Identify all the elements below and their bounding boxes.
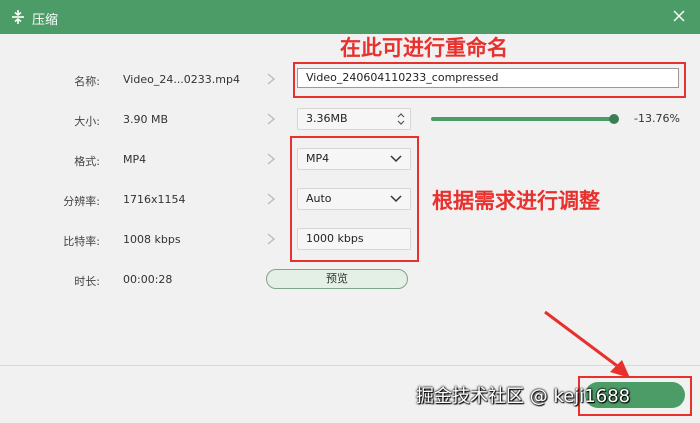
resolution-label: 分辨率: [63,195,100,208]
preview-button[interactable]: 预览 [266,269,408,289]
close-icon[interactable] [670,7,688,25]
size-spinbox[interactable]: 3.36MB [297,108,411,130]
spinner-arrows-icon[interactable] [396,110,406,128]
format-label: 格式: [74,155,100,168]
red-arrow [544,310,630,378]
source-resolution-value: 1716x1154 [123,193,186,206]
app-compress-icon [12,10,24,24]
adjust-note: 根据需求进行调整 [432,189,600,213]
chevron-right-icon [267,153,276,165]
chevron-right-icon [267,193,276,205]
rename-note: 在此可进行重命名 [340,36,508,60]
source-bitrate-value: 1008 kbps [123,233,181,246]
size-slider-handle[interactable] [609,114,619,124]
size-slider-track[interactable] [431,117,614,121]
duration-label: 时长: [74,275,100,288]
watermark: 掘金技术社区 @ keji1688 [416,386,631,407]
source-duration-value: 00:00:28 [123,273,173,286]
size-change-percent: -13.76% [634,112,680,125]
source-name-value: Video_24...0233.mp4 [123,73,240,86]
rename-highlight-box [293,62,686,98]
name-label: 名称: [74,75,100,88]
chevron-right-icon [267,73,276,85]
bitrate-label: 比特率: [63,235,100,248]
size-spinbox-value: 3.36MB [306,112,348,125]
source-size-value: 3.90 MB [123,113,169,126]
adjust-highlight-box [290,136,419,262]
title-bar: 压缩 [0,0,700,34]
source-format-value: MP4 [123,153,147,166]
chevron-right-icon [267,113,276,125]
size-label: 大小: [74,115,100,128]
window-title: 压缩 [32,13,59,28]
chevron-right-icon [267,233,276,245]
